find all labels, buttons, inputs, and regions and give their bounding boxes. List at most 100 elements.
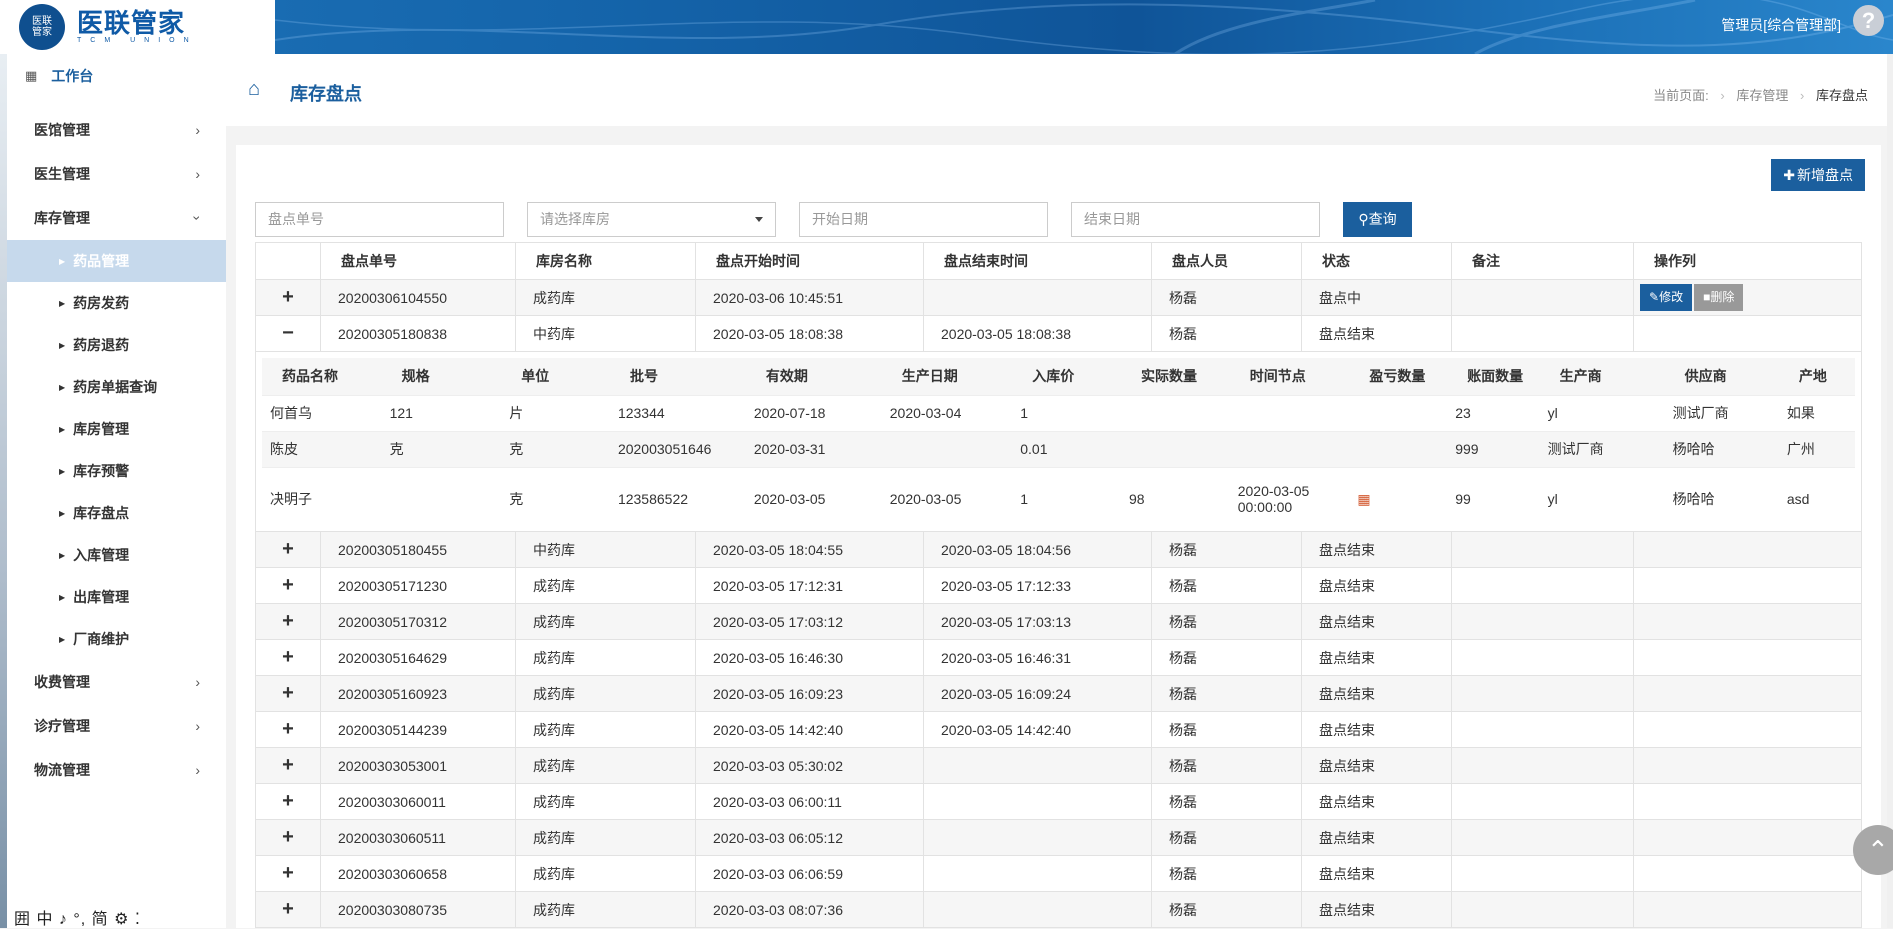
ime-toolbar[interactable]: 囲 中 ♪ °, 简 ⚙ ⁚ [14,905,141,929]
cell-wh: 成药库 [515,783,696,820]
sidebar-item-label: 库存管理 [34,210,90,226]
collapse-icon[interactable]: − [255,315,321,352]
sidebar-item-billing[interactable]: 收费管理 › [7,660,226,704]
sidebar-item-treatment[interactable]: 诊疗管理 › [7,704,226,748]
cell-person: 杨磊 [1151,783,1302,820]
cell-person: 杨磊 [1151,855,1302,892]
caret-right-icon: ▶ [59,424,66,434]
search-button[interactable]: ⚲查询 [1343,202,1412,237]
detail-cell: 121 [381,394,502,431]
sidebar-item-clinic[interactable]: 医馆管理 › [7,108,226,152]
cell-actions [1633,603,1862,640]
sidebar-sub-stocktake[interactable]: ▶ 库存盘点 [7,492,226,534]
detail-cell: ▦ [1349,466,1448,531]
expand-icon[interactable]: + [255,279,321,316]
expand-icon[interactable]: + [255,639,321,676]
sidebar-sub-stock-in[interactable]: ▶ 入库管理 [7,534,226,576]
cell-end [923,783,1152,820]
expand-icon[interactable]: + [255,711,321,748]
cell-person: 杨磊 [1151,603,1302,640]
edit-button[interactable]: ✎修改 [1640,284,1693,311]
sidebar-item-inventory[interactable]: 库存管理 › [7,196,226,240]
sidebar-sub-warehouse[interactable]: ▶ 库房管理 [7,408,226,450]
sidebar-sub-label: 药品管理 [73,253,130,269]
page-scrollbar[interactable] [1887,54,1893,928]
sidebar-edge [0,54,7,928]
plus-icon: ✚ [1783,167,1795,183]
detail-cell: yl [1539,394,1665,431]
profit-loss-icon[interactable]: ▦ [1357,491,1370,507]
detail-cell: 2020-03-05 [881,466,1013,531]
logo[interactable]: 医联 管家 医联管家 TCM UNION [0,0,275,54]
cell-actions [1633,891,1862,928]
sidebar-sub-label: 库存预警 [73,463,130,479]
expand-icon[interactable]: + [255,747,321,784]
sidebar-sub-drug[interactable]: ▶ 药品管理 [7,240,226,282]
detail-cell [1229,430,1350,467]
cell-actions [1633,819,1862,856]
cell-no: 20200305180455 [320,531,516,568]
sidebar-sub-stock-alert[interactable]: ▶ 库存预警 [7,450,226,492]
cell-note [1451,315,1634,352]
cell-start: 2020-03-05 16:09:23 [695,675,924,712]
cell-end: 2020-03-05 18:08:38 [923,315,1152,352]
logo-text: 医联管家 [77,8,186,38]
start-date-input[interactable]: 开始日期 [799,202,1048,237]
add-stocktake-button[interactable]: ✚ 新增盘点 [1771,159,1865,191]
add-stocktake-label: 新增盘点 [1797,167,1853,183]
sidebar-sub-label: 出库管理 [73,589,130,605]
table-row: +20200303080735 成药库 2020-03-03 08:07:36 杨磊盘… [255,891,1862,928]
current-user[interactable]: 管理员[综合管理部] [1721,15,1841,35]
cell-status: 盘点结束 [1301,675,1452,712]
sidebar-item-logistics[interactable]: 物流管理 › [7,748,226,792]
detail-header: 盈亏数量 [1349,358,1448,395]
cell-no: 20200303060511 [320,819,516,856]
cell-status: 盘点结束 [1301,531,1452,568]
detail-cell: 23 [1447,394,1540,431]
expand-icon[interactable]: + [255,891,321,928]
table-row: +20200303053001 成药库 2020-03-03 05:30:02 杨磊盘… [255,747,1862,784]
detail-header: 规格 [381,358,502,395]
delete-label: 删除 [1710,290,1735,304]
cell-wh: 成药库 [515,675,696,712]
cell-person: 杨磊 [1151,531,1302,568]
detail-cell: 决明子 [262,466,382,531]
sidebar-item-label: 诊疗管理 [34,718,90,734]
sidebar-sub-dispense[interactable]: ▶ 药房发药 [7,282,226,324]
warehouse-select[interactable]: 请选择库房 [527,202,776,237]
expand-icon[interactable]: + [255,675,321,712]
detail-cell: 2020-03-05 [745,466,882,531]
expand-icon[interactable]: + [255,531,321,568]
cell-no: 20200303060011 [320,783,516,820]
cell-no: 20200303053001 [320,747,516,784]
help-icon[interactable]: ? [1853,5,1884,36]
breadcrumb-separator-icon: › [1720,88,1725,103]
expand-icon[interactable]: + [255,603,321,640]
sidebar-item-doctor[interactable]: 医生管理 › [7,152,226,196]
cell-person: 杨磊 [1151,315,1302,352]
sidebar-workbench[interactable]: ▦ 工作台 [7,54,226,97]
order-no-input[interactable]: 盘点单号 [255,202,504,237]
cell-status: 盘点结束 [1301,711,1452,748]
home-icon[interactable]: ⌂ [248,78,260,101]
detail-header: 实际数量 [1120,358,1230,395]
sidebar-sub-stock-out[interactable]: ▶ 出库管理 [7,576,226,618]
table-header: 盘点开始时间 [695,242,924,280]
expand-icon[interactable]: + [255,819,321,856]
expand-icon[interactable]: + [255,783,321,820]
cell-status: 盘点结束 [1301,747,1452,784]
sidebar-sub-vendor[interactable]: ▶ 厂商维护 [7,618,226,660]
sidebar-sub-receipt-query[interactable]: ▶ 药房单据查询 [7,366,226,408]
expand-icon[interactable]: + [255,855,321,892]
chevron-right-icon: › [195,674,200,690]
edit-label: 修改 [1659,290,1684,304]
delete-button[interactable]: ■删除 [1694,284,1744,311]
expand-icon[interactable]: + [255,567,321,604]
end-date-input[interactable]: 结束日期 [1071,202,1320,237]
cell-no: 20200305164629 [320,639,516,676]
sidebar-sub-label: 药房发药 [73,295,130,311]
breadcrumb-inventory[interactable]: 库存管理 [1736,88,1788,103]
detail-cell: 999 [1447,430,1540,467]
cell-status: 盘点结束 [1301,819,1452,856]
sidebar-sub-return[interactable]: ▶ 药房退药 [7,324,226,366]
